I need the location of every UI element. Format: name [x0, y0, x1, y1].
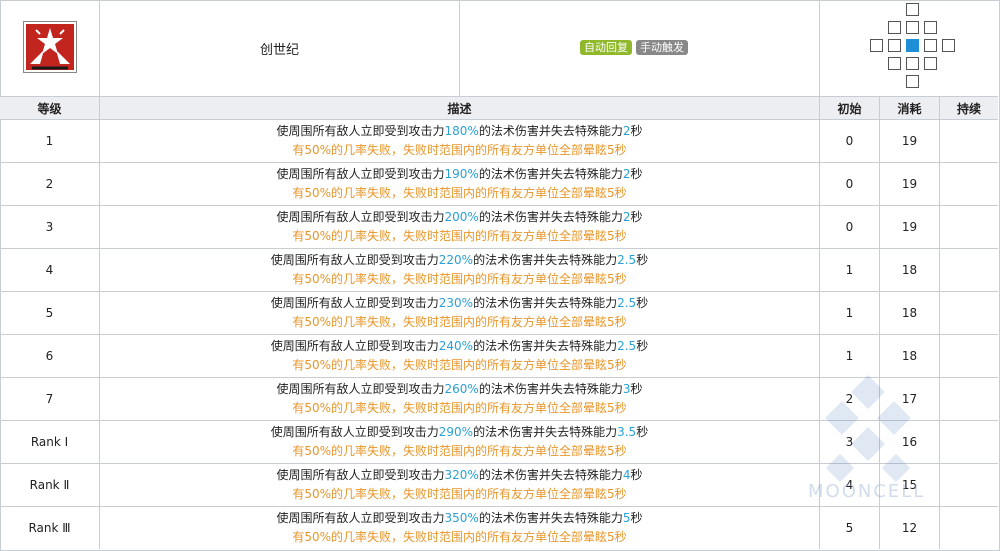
desc-line2: 有50%的几率失败，失败时范围内的所有友方单位全部晕眩5秒 [292, 487, 627, 501]
desc-line1: 使周围所有敌人立即受到攻击力290%的法术伤害并失去特殊能力3.5秒 [270, 425, 649, 439]
row-level: 2 [0, 163, 100, 205]
skill-header: 创世纪 自动回复 手动触发 [0, 0, 998, 97]
row-duration [940, 378, 998, 420]
table-row: 4 使周围所有敌人立即受到攻击力220%的法术伤害并失去特殊能力2.5秒 有50… [0, 249, 998, 292]
header-level: 等级 [0, 97, 100, 119]
row-init: 1 [820, 335, 880, 377]
row-level: 7 [0, 378, 100, 420]
desc-line2: 有50%的几率失败，失败时范围内的所有友方单位全部晕眩5秒 [292, 358, 627, 372]
row-cost: 18 [880, 335, 940, 377]
desc-line2: 有50%的几率失败，失败时范围内的所有友方单位全部晕眩5秒 [292, 315, 627, 329]
desc-line2: 有50%的几率失败，失败时范围内的所有友方单位全部晕眩5秒 [292, 530, 627, 544]
header-duration: 持续 [956, 101, 981, 116]
table-row: Rank Ⅰ 使周围所有敌人立即受到攻击力290%的法术伤害并失去特殊能力3.5… [0, 421, 998, 464]
row-init: 0 [820, 206, 880, 248]
row-level: Rank Ⅰ [0, 421, 100, 463]
table-row: 5 使周围所有敌人立即受到攻击力230%的法术伤害并失去特殊能力2.5秒 有50… [0, 292, 998, 335]
skill-icon-cell [0, 0, 100, 96]
watermark-text: MOONCELL [808, 481, 926, 502]
auto-recovery-tag: 自动回复 [580, 40, 632, 55]
desc-line2: 有50%的几率失败，失败时范围内的所有友方单位全部晕眩5秒 [292, 444, 627, 458]
row-desc: 使周围所有敌人立即受到攻击力240%的法术伤害并失去特殊能力2.5秒 有50%的… [100, 335, 820, 377]
row-init: 0 [820, 120, 880, 162]
row-init: 1 [820, 249, 880, 291]
row-desc: 使周围所有敌人立即受到攻击力290%的法术伤害并失去特殊能力3.5秒 有50%的… [100, 421, 820, 463]
desc-line1: 使周围所有敌人立即受到攻击力230%的法术伤害并失去特殊能力2.5秒 [270, 296, 649, 310]
row-init: 1 [820, 292, 880, 334]
row-duration [940, 507, 998, 549]
row-duration [940, 206, 998, 248]
row-duration [940, 249, 998, 291]
desc-line1: 使周围所有敌人立即受到攻击力260%的法术伤害并失去特殊能力3秒 [276, 382, 643, 396]
row-cost: 19 [880, 206, 940, 248]
row-level: Rank Ⅱ [0, 464, 100, 506]
desc-line2: 有50%的几率失败，失败时范围内的所有友方单位全部晕眩5秒 [292, 186, 627, 200]
header-desc: 描述 [100, 97, 820, 119]
row-desc: 使周围所有敌人立即受到攻击力190%的法术伤害并失去特殊能力2秒 有50%的几率… [100, 163, 820, 205]
table-row: 6 使周围所有敌人立即受到攻击力240%的法术伤害并失去特殊能力2.5秒 有50… [0, 335, 998, 378]
row-duration [940, 292, 998, 334]
desc-line1: 使周围所有敌人立即受到攻击力320%的法术伤害并失去特殊能力4秒 [276, 468, 643, 482]
row-duration [940, 163, 998, 205]
row-init: 2 [820, 378, 880, 420]
desc-line1: 使周围所有敌人立即受到攻击力200%的法术伤害并失去特殊能力2秒 [276, 210, 643, 224]
row-desc: 使周围所有敌人立即受到攻击力200%的法术伤害并失去特殊能力2秒 有50%的几率… [100, 206, 820, 248]
row-cost: 17 [880, 378, 940, 420]
table-row: 3 使周围所有敌人立即受到攻击力200%的法术伤害并失去特殊能力2秒 有50%的… [0, 206, 998, 249]
desc-line1: 使周围所有敌人立即受到攻击力240%的法术伤害并失去特殊能力2.5秒 [270, 339, 649, 353]
row-cost: 19 [880, 163, 940, 205]
desc-line1: 使周围所有敌人立即受到攻击力350%的法术伤害并失去特殊能力5秒 [276, 511, 643, 525]
range-cell [820, 0, 998, 96]
desc-line1: 使周围所有敌人立即受到攻击力190%的法术伤害并失去特殊能力2秒 [276, 167, 643, 181]
skill-tags: 自动回复 手动触发 [580, 40, 688, 55]
row-level: 5 [0, 292, 100, 334]
row-level: 4 [0, 249, 100, 291]
row-level: Rank Ⅲ [0, 507, 100, 549]
row-init: 3 [820, 421, 880, 463]
row-level: 1 [0, 120, 100, 162]
row-desc: 使周围所有敌人立即受到攻击力230%的法术伤害并失去特殊能力2.5秒 有50%的… [100, 292, 820, 334]
row-level: 6 [0, 335, 100, 377]
table-row: Rank Ⅲ 使周围所有敌人立即受到攻击力350%的法术伤害并失去特殊能力5秒 … [0, 507, 998, 549]
desc-line2: 有50%的几率失败，失败时范围内的所有友方单位全部晕眩5秒 [292, 143, 627, 157]
row-duration [940, 120, 998, 162]
skill-emblem-icon [23, 21, 77, 73]
row-desc: 使周围所有敌人立即受到攻击力260%的法术伤害并失去特殊能力3秒 有50%的几率… [100, 378, 820, 420]
row-init: 5 [820, 507, 880, 549]
attack-range-grid-icon [868, 3, 958, 93]
row-level: 3 [0, 206, 100, 248]
header-cost: 消耗 [880, 97, 940, 119]
row-duration [940, 464, 998, 506]
row-cost: 16 [880, 421, 940, 463]
desc-line2: 有50%的几率失败，失败时范围内的所有友方单位全部晕眩5秒 [292, 401, 627, 415]
table-row: 7 使周围所有敌人立即受到攻击力260%的法术伤害并失去特殊能力3秒 有50%的… [0, 378, 998, 421]
header-init: 初始 [820, 97, 880, 119]
row-desc: 使周围所有敌人立即受到攻击力220%的法术伤害并失去特殊能力2.5秒 有50%的… [100, 249, 820, 291]
desc-line2: 有50%的几率失败，失败时范围内的所有友方单位全部晕眩5秒 [292, 272, 627, 286]
desc-line2: 有50%的几率失败，失败时范围内的所有友方单位全部晕眩5秒 [292, 229, 627, 243]
row-desc: 使周围所有敌人立即受到攻击力180%的法术伤害并失去特殊能力2秒 有50%的几率… [100, 120, 820, 162]
skill-tags-cell: 自动回复 手动触发 [460, 0, 820, 96]
desc-line1: 使周围所有敌人立即受到攻击力180%的法术伤害并失去特殊能力2秒 [276, 124, 643, 138]
table-row: 1 使周围所有敌人立即受到攻击力180%的法术伤害并失去特殊能力2秒 有50%的… [0, 120, 998, 163]
row-desc: 使周围所有敌人立即受到攻击力350%的法术伤害并失去特殊能力5秒 有50%的几率… [100, 507, 820, 549]
skill-name: 创世纪 [100, 0, 460, 96]
row-cost: 18 [880, 292, 940, 334]
table-row: 2 使周围所有敌人立即受到攻击力190%的法术伤害并失去特殊能力2秒 有50%的… [0, 163, 998, 206]
table-header: 等级 描述 初始 消耗 持续 [0, 97, 998, 120]
row-init: 0 [820, 163, 880, 205]
row-duration [940, 421, 998, 463]
manual-trigger-tag: 手动触发 [636, 40, 688, 55]
row-desc: 使周围所有敌人立即受到攻击力320%的法术伤害并失去特殊能力4秒 有50%的几率… [100, 464, 820, 506]
row-cost: 19 [880, 120, 940, 162]
row-cost: 18 [880, 249, 940, 291]
row-cost: 12 [880, 507, 940, 549]
desc-line1: 使周围所有敌人立即受到攻击力220%的法术伤害并失去特殊能力2.5秒 [270, 253, 649, 267]
row-duration [940, 335, 998, 377]
